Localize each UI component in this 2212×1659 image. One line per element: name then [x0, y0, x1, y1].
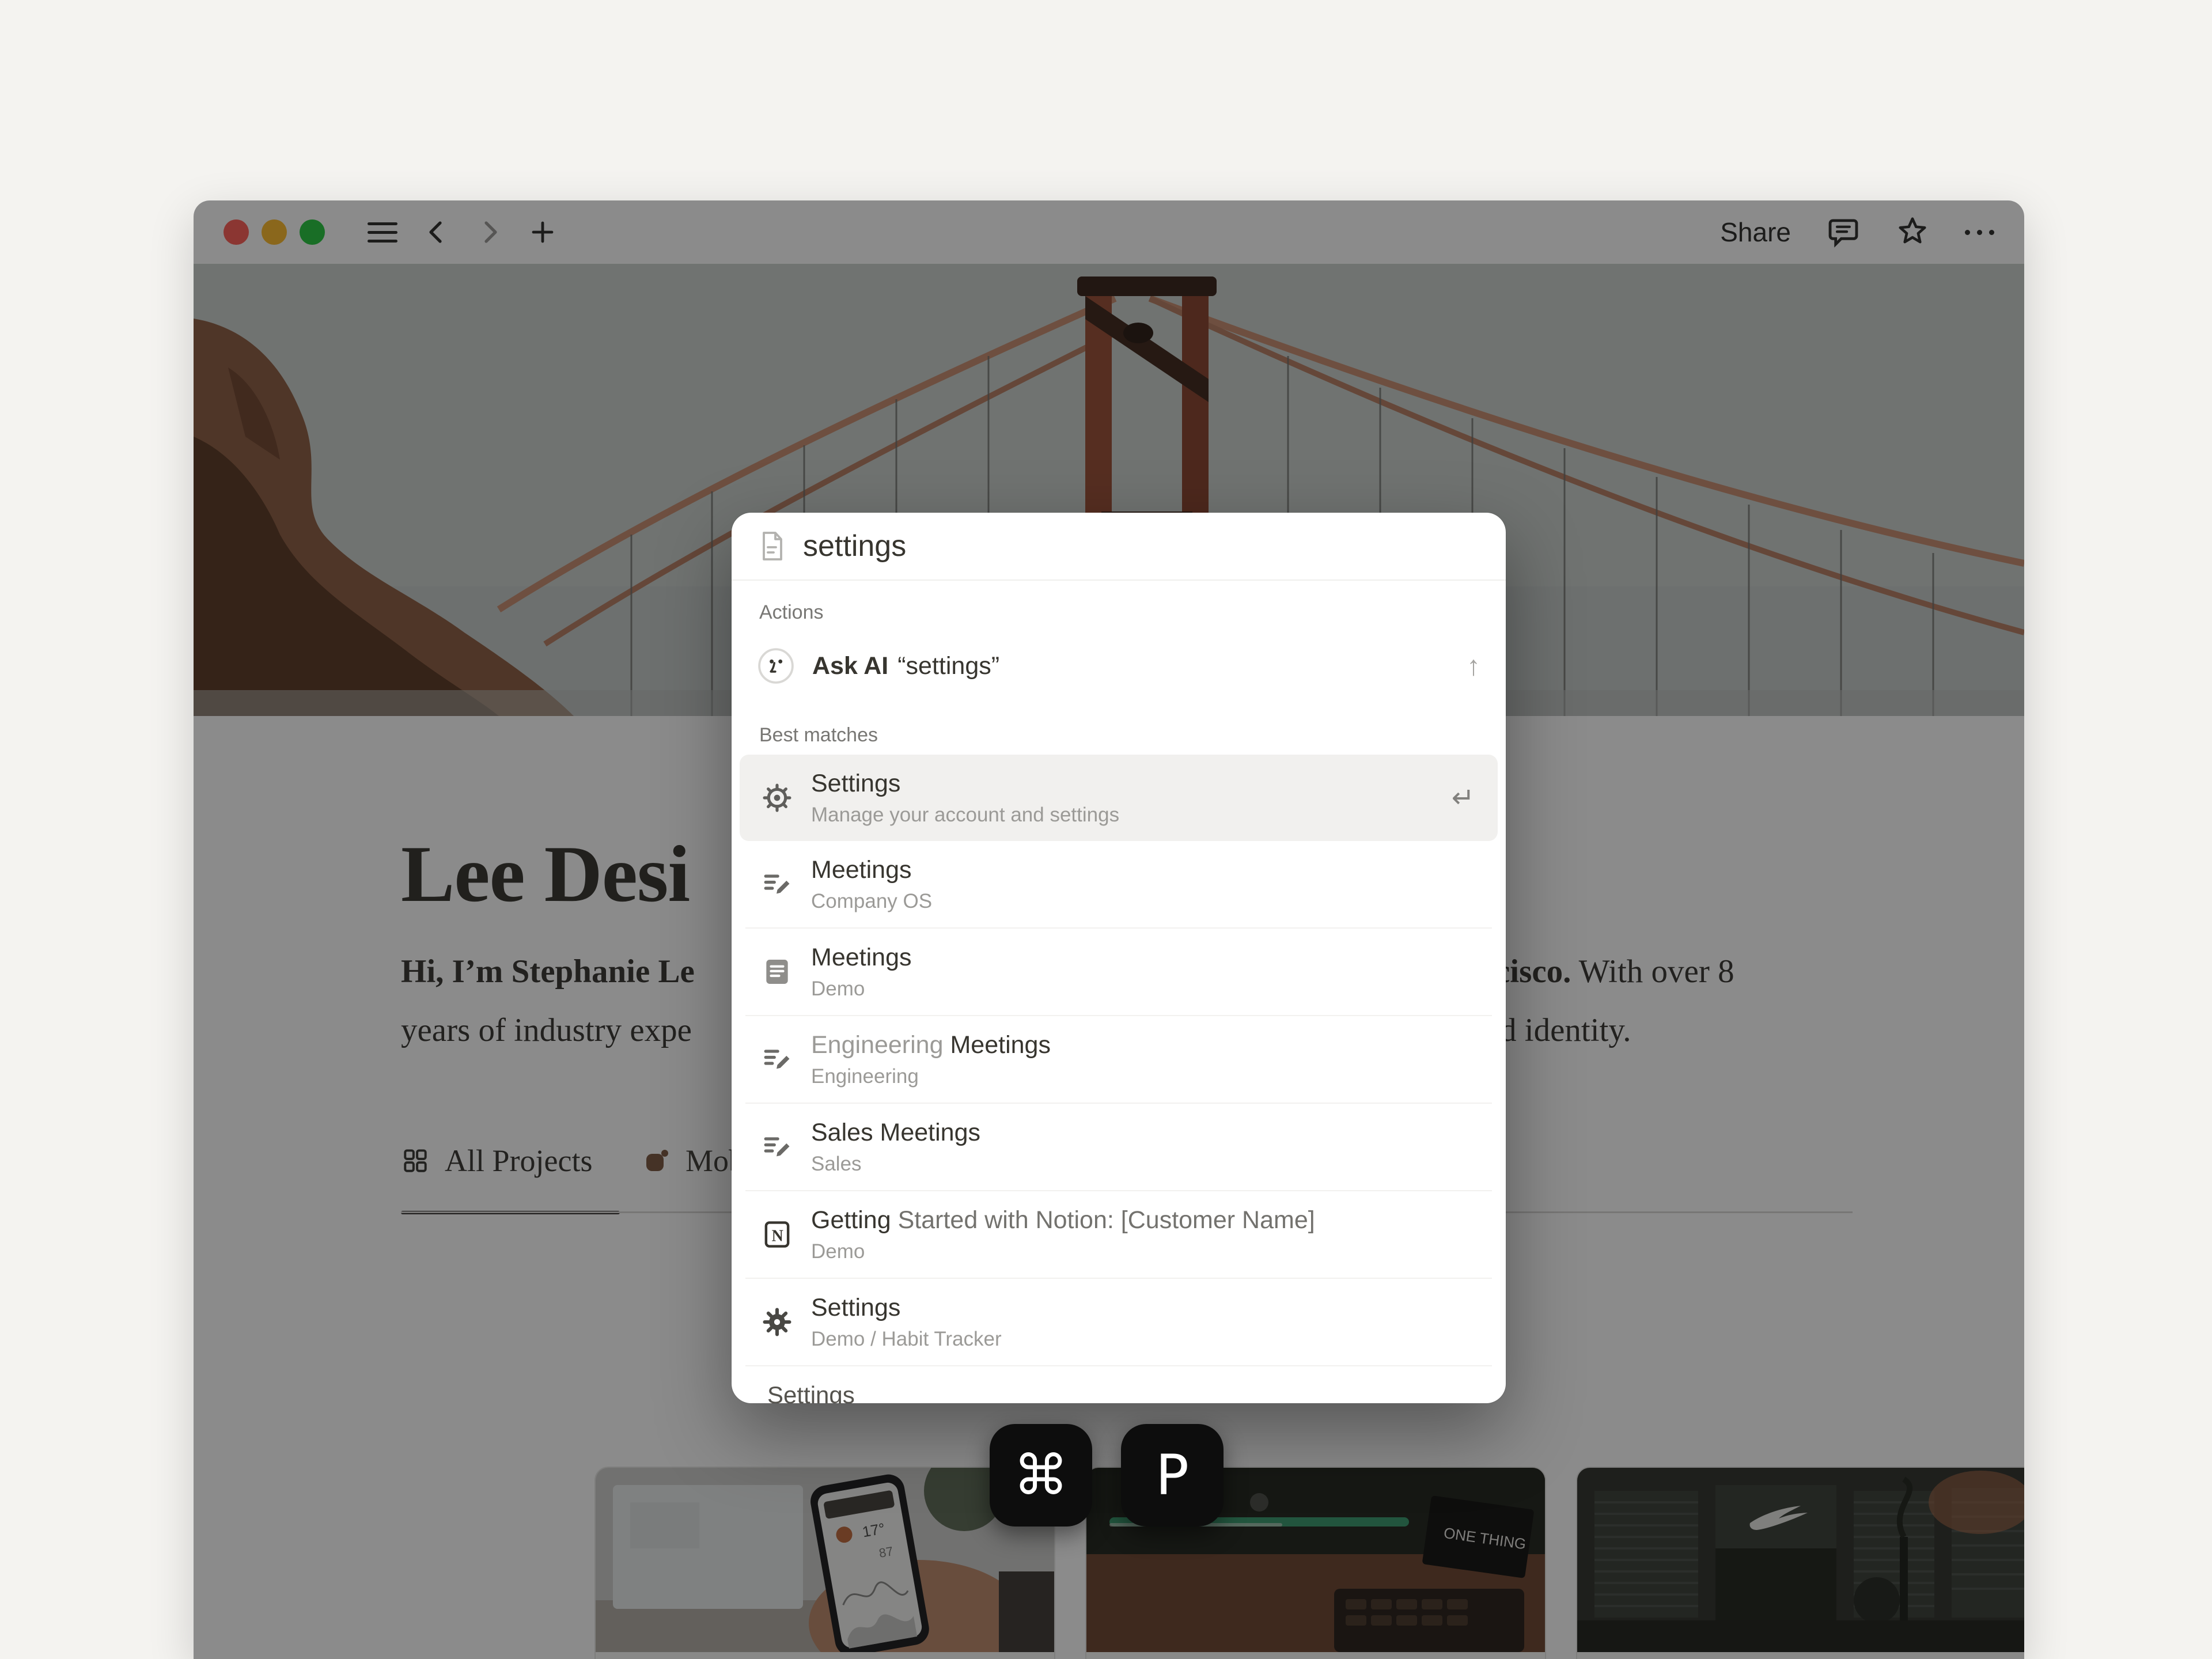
gear-icon	[760, 782, 794, 814]
search-result-engineering-meetings[interactable]: Engineering Meetings Engineering	[740, 1016, 1498, 1103]
result-title: Getting Started with Notion: [Customer N…	[811, 1206, 1315, 1234]
result-subtitle: Sales	[811, 1153, 980, 1176]
keyboard-shortcut-overlay: ⌘ P	[990, 1424, 1224, 1527]
search-modal: settings Actions Ask AI“settings” ↑ Best…	[732, 513, 1506, 1403]
result-title: Engineering Meetings	[811, 1031, 1051, 1059]
result-title: Meetings	[811, 856, 932, 884]
command-keycap: ⌘	[990, 1424, 1092, 1527]
result-subtitle: Engineering	[811, 1065, 1051, 1088]
svg-text:N: N	[772, 1228, 783, 1245]
result-title: Sales Meetings	[811, 1119, 980, 1147]
result-subtitle: Demo	[811, 1240, 1315, 1263]
result-subtitle: Manage your account and settings	[811, 804, 1119, 827]
search-result-sales-meetings[interactable]: Sales Meetings Sales	[740, 1104, 1498, 1190]
enter-return-icon: ↵	[1452, 782, 1475, 814]
result-title: Meetings	[811, 944, 911, 972]
notion-logo-icon: N	[760, 1218, 794, 1251]
section-label-best-matches: Best matches	[759, 724, 1506, 747]
p-keycap: P	[1121, 1424, 1224, 1527]
notion-ai-face-icon	[757, 647, 795, 685]
search-result-settings-habit-tracker[interactable]: Settings Demo / Habit Tracker	[740, 1279, 1498, 1365]
search-result-partial-settings[interactable]: Settings	[740, 1366, 1498, 1403]
search-query-text: settings	[803, 529, 906, 563]
search-result-meetings-company-os[interactable]: Meetings Company OS	[740, 841, 1498, 927]
page-icon	[758, 530, 786, 562]
compose-note-icon	[760, 1043, 794, 1075]
search-result-getting-started[interactable]: N Getting Started with Notion: [Customer…	[740, 1191, 1498, 1278]
result-subtitle: Demo / Habit Tracker	[811, 1328, 1002, 1351]
ask-ai-row[interactable]: Ask AI“settings” ↑	[732, 628, 1506, 703]
section-label-actions: Actions	[759, 601, 1506, 624]
ask-ai-label: Ask AI“settings”	[812, 652, 999, 680]
compose-note-icon	[760, 1131, 794, 1163]
result-title: Settings	[811, 770, 1119, 798]
result-title: Settings	[811, 1294, 1002, 1322]
result-subtitle: Demo	[811, 978, 911, 1001]
search-input[interactable]: settings	[732, 513, 1506, 581]
compose-note-icon	[760, 868, 794, 900]
note-card-icon	[760, 956, 794, 988]
search-result-meetings-demo[interactable]: Meetings Demo	[740, 929, 1498, 1015]
arrow-up-icon: ↑	[1467, 650, 1480, 682]
result-subtitle: Company OS	[811, 890, 932, 913]
cog-badge-icon	[760, 1306, 794, 1338]
search-result-settings[interactable]: Settings Manage your account and setting…	[740, 755, 1498, 841]
